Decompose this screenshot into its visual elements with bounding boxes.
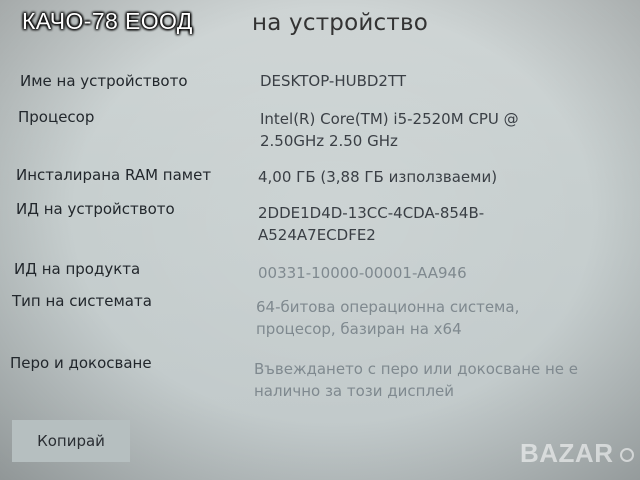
spec-label-product-id: ИД на продукта — [14, 260, 141, 278]
copy-button[interactable]: Копирай — [12, 420, 130, 462]
spec-value-line: 64-битова операционна система, — [256, 298, 520, 316]
spec-label-device-name: Име на устройството — [20, 72, 188, 90]
page-title-tail: на устройство — [252, 10, 428, 36]
spec-value-line: налично за този дисплей — [254, 382, 455, 400]
spec-value-system-type: 64-битова операционна система, процесор,… — [256, 296, 519, 340]
spec-value-processor: Intel(R) Core(TM) i5-2520M CPU @ 2.50GHz… — [260, 108, 519, 152]
spec-value-ram: 4,00 ГБ (3,88 ГБ използваеми) — [258, 166, 497, 188]
spec-value-line: 4,00 ГБ (3,88 ГБ използваеми) — [258, 168, 498, 186]
spec-value-product-id: 00331-10000-00001-AA946 — [258, 262, 467, 284]
brand-watermark-text: BAZAR — [520, 438, 614, 468]
spec-value-line: 00331-10000-00001-AA946 — [258, 264, 467, 282]
spec-label-system-type: Тип на системата — [12, 292, 152, 310]
spec-value-line: процесор, базиран на x64 — [256, 320, 462, 338]
spec-value-pen-touch: Въвеждането с перо или докосване не е на… — [254, 358, 578, 402]
spec-value-line: 2DDE1D4D-13CC-4CDA-854B- — [258, 204, 485, 222]
brand-watermark: BAZAR — [520, 438, 634, 469]
spec-value-line: Въвеждането с перо или докосване не е — [254, 360, 579, 378]
seller-overlay-text: КАЧО-78 ЕООД — [22, 8, 193, 34]
brand-dot-icon — [619, 448, 634, 463]
spec-value-device-id: 2DDE1D4D-13CC-4CDA-854B- A524A7ECDFE2 — [258, 202, 484, 246]
spec-label-device-id: ИД на устройството — [16, 200, 175, 218]
spec-value-line: DESKTOP-HUBD2TT — [260, 72, 407, 90]
spec-label-pen-touch: Перо и докосване — [10, 354, 152, 372]
spec-value-line: 2.50GHz 2.50 GHz — [260, 132, 398, 150]
spec-value-line: Intel(R) Core(TM) i5-2520M CPU @ — [260, 110, 519, 128]
spec-value-device-name: DESKTOP-HUBD2TT — [260, 70, 406, 92]
spec-label-ram: Инсталирана RAM памет — [16, 166, 212, 184]
spec-value-line: A524A7ECDFE2 — [258, 226, 376, 244]
spec-label-processor: Процесор — [18, 108, 95, 126]
